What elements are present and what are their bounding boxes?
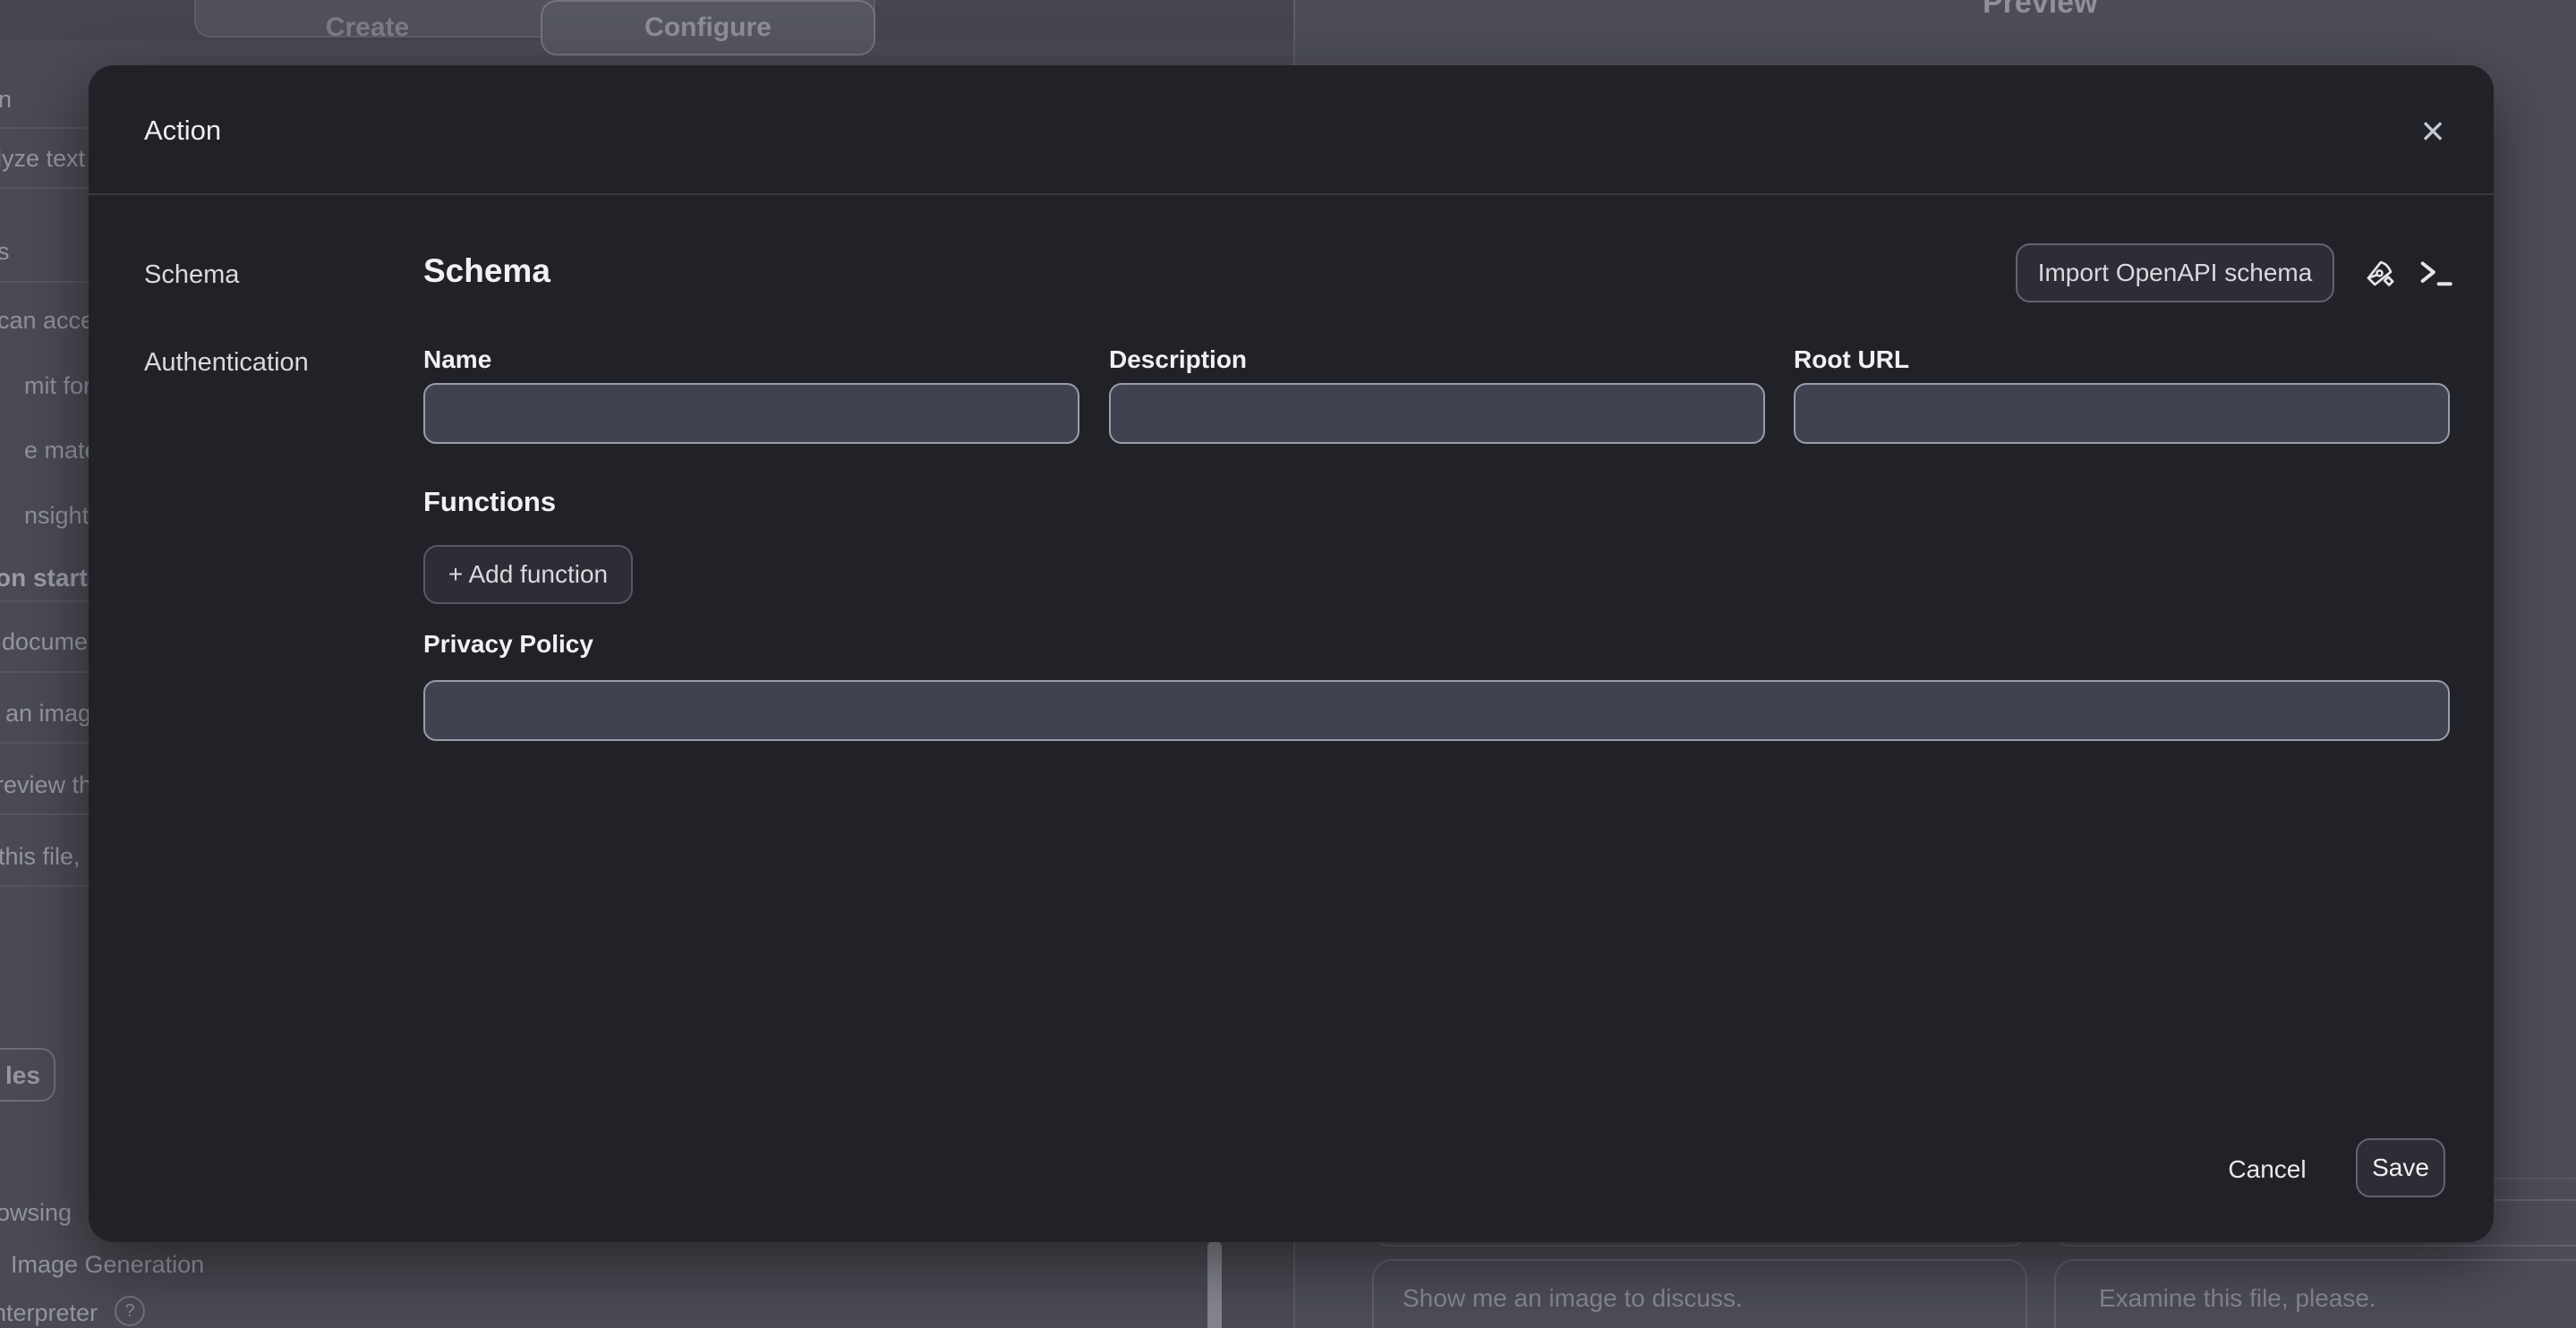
preview-starter-pill[interactable]: Show me an image to discuss. [1372,1259,2027,1328]
divider [0,187,90,189]
sidebar-item-authentication[interactable]: Authentication [144,348,309,378]
description-input[interactable] [1109,383,1765,444]
bg-starter-row: docume [2,628,88,656]
tab-configure[interactable]: Configure [541,0,875,55]
modal-title: Action [144,65,221,195]
scrollbar-thumb[interactable] [1207,1240,1222,1328]
tab-create[interactable]: Create [194,0,541,55]
add-function-button[interactable]: + Add function [423,545,633,604]
divider [0,600,90,602]
cancel-button[interactable]: Cancel [2213,1152,2321,1188]
sidebar-item-schema[interactable]: Schema [144,260,239,290]
bg-capability-code-interpreter: nterpreter [0,1299,98,1327]
bg-fragment-label: n [0,86,12,114]
save-button[interactable]: Save [2356,1138,2445,1197]
bg-starter-row: an imag [5,700,91,728]
divider [0,127,90,129]
bg-conversation-starters-label: on starte [0,564,101,592]
privacy-policy-input[interactable] [423,680,2450,741]
bg-text-line: can acce [0,307,94,334]
bg-capability-image-generation: Image Generation [11,1251,204,1279]
preview-starter-pill[interactable]: Examine this file, please. [2054,1259,2576,1328]
bg-starter-row: this file, [0,843,81,871]
name-input[interactable] [423,383,1079,444]
privacy-policy-label: Privacy Policy [423,630,593,659]
divider [0,813,90,815]
preview-heading: Preview [1983,0,2098,21]
close-icon[interactable]: × [2407,105,2459,157]
screen: Create Configure Preview n lyze text s c… [0,0,2576,1328]
schema-section-heading: Schema [423,252,550,290]
root-url-label: Root URL [1794,345,1909,374]
bg-capability-web-browsing: owsing [0,1199,72,1227]
modal-header: Action × [89,65,2494,195]
terminal-icon[interactable] [2418,257,2457,289]
functions-heading: Functions [423,486,556,518]
bg-starter-row: review th [0,771,92,799]
help-icon[interactable]: ? [115,1296,145,1326]
divider [0,281,90,283]
bg-upload-files-label: les [5,1061,40,1090]
pen-nib-icon[interactable] [2362,255,2398,291]
description-label: Description [1109,345,1247,374]
divider [0,742,90,744]
bg-fragment-analyze-text: lyze text [0,145,85,173]
import-openapi-schema-button[interactable]: Import OpenAPI schema [2016,243,2334,302]
action-modal: Action × Schema Authentication Schema Im… [89,65,2494,1242]
name-label: Name [423,345,491,374]
root-url-input[interactable] [1794,383,2450,444]
divider [0,671,90,673]
divider [0,885,90,887]
bg-fragment-label-s: s [0,238,10,266]
